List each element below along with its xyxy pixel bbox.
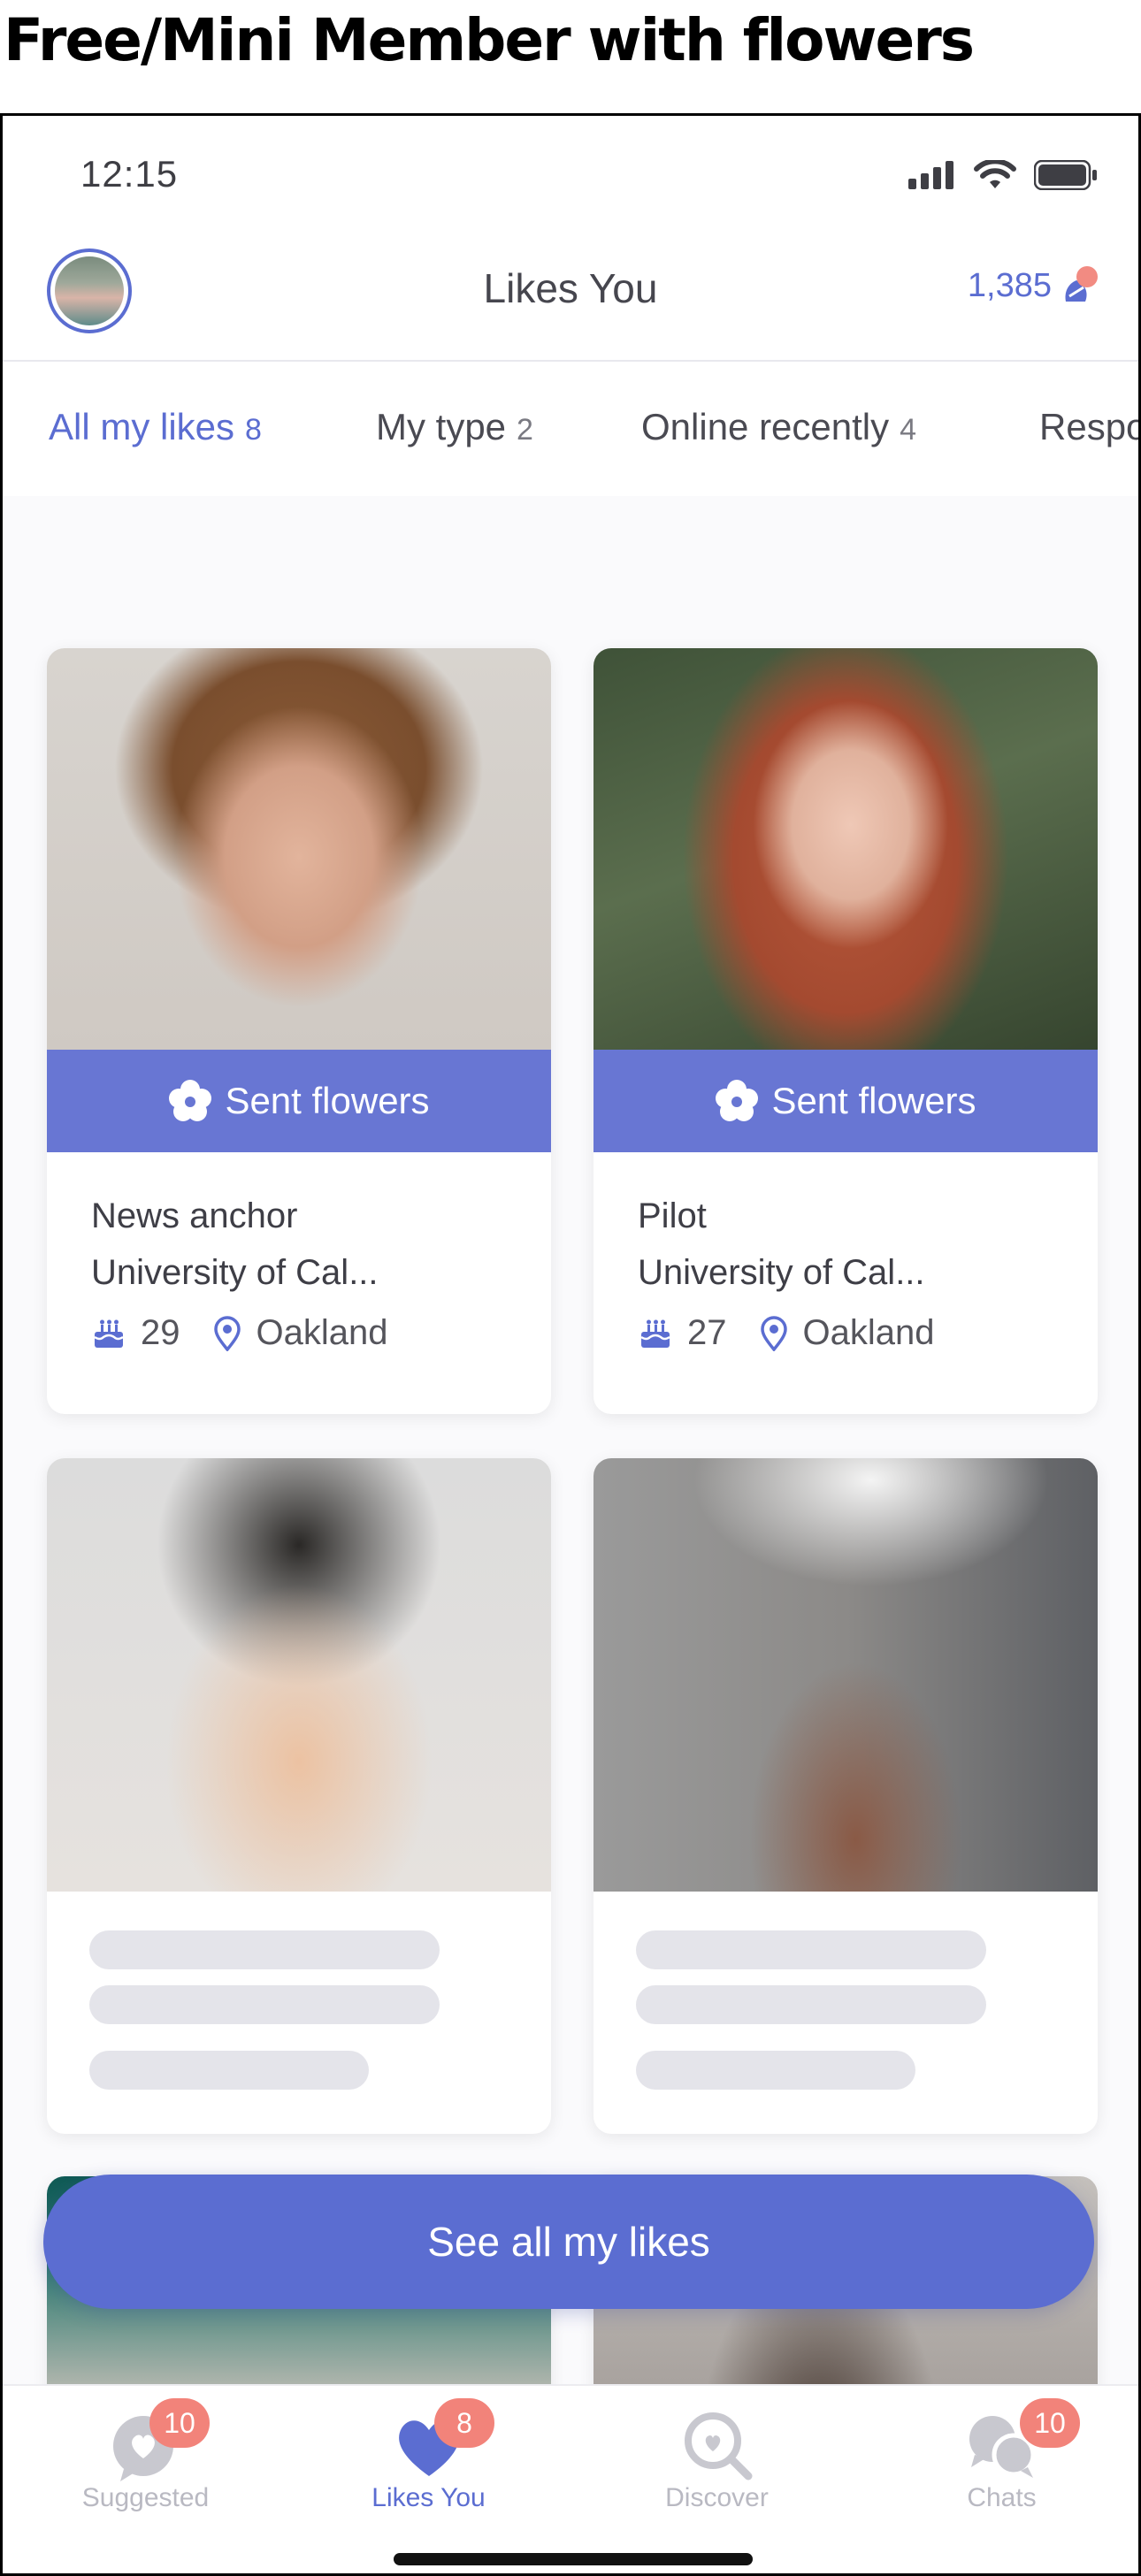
blurred-like-card[interactable] <box>47 1458 551 2134</box>
tab-label: Respo <box>1039 406 1138 447</box>
skeleton-line <box>89 2051 369 2090</box>
credits-balance[interactable]: 1,385 <box>968 266 1098 305</box>
tab-online-recently[interactable]: Online recently 4 <box>641 406 916 448</box>
bottom-tab-bar: 10 Suggested 8 Likes You Discover 10 Cha… <box>3 2384 1138 2573</box>
tab-label: All my likes <box>49 406 235 447</box>
tab-count: 4 <box>900 413 917 447</box>
sent-flowers-label: Sent flowers <box>771 1080 976 1121</box>
flower-icon <box>169 1080 212 1121</box>
sent-flowers-label: Sent flowers <box>225 1080 430 1121</box>
battery-icon <box>1034 160 1097 190</box>
skeleton-line <box>89 1930 440 1969</box>
blurred-profile-photo <box>593 1458 1098 1892</box>
nav-label: Suggested <box>81 2483 210 2512</box>
credits-icon <box>1059 266 1098 305</box>
like-card[interactable]: Sent flowers Pilot University of Cal... … <box>593 648 1098 1414</box>
phone-screen: 12:15 Likes You 1,385 All my likes 8 My … <box>0 113 1141 2576</box>
header: Likes You 1,385 <box>3 231 1138 362</box>
status-icons <box>908 160 1098 190</box>
nav-chats[interactable]: 10 Chats <box>859 2386 1138 2519</box>
like-card[interactable]: Sent flowers News anchor University of C… <box>47 648 551 1414</box>
nav-label: Likes You <box>371 2483 486 2512</box>
nav-label: Discover <box>665 2483 769 2512</box>
wifi-icon <box>974 160 1016 188</box>
location-pin-icon <box>760 1315 787 1351</box>
status-time: 12:15 <box>80 153 179 195</box>
tab-count: 2 <box>517 413 533 447</box>
flower-icon <box>716 1080 759 1121</box>
profile-photo <box>593 648 1098 1050</box>
sent-flowers-badge: Sent flowers <box>593 1050 1098 1152</box>
credits-count: 1,385 <box>967 266 1052 304</box>
tab-label: My type <box>376 406 507 447</box>
card-school: University of Cal... <box>638 1253 925 1292</box>
nav-badge: 10 <box>1020 2398 1080 2448</box>
home-indicator[interactable] <box>394 2553 753 2565</box>
skeleton-line <box>636 2051 915 2090</box>
page-heading: Free/Mini Member with flowers <box>4 6 975 74</box>
discover-search-icon <box>684 2412 752 2480</box>
location-pin-icon <box>213 1315 241 1351</box>
card-age: 27 <box>687 1313 727 1352</box>
card-job: News anchor <box>91 1196 298 1235</box>
card-job: Pilot <box>638 1196 707 1235</box>
nav-badge: 10 <box>149 2398 210 2448</box>
profile-photo <box>47 648 551 1050</box>
skeleton-line <box>89 1985 440 2024</box>
skeleton-line <box>636 1985 986 2024</box>
credits-notification-dot <box>1076 266 1098 287</box>
cellular-signal-icon <box>908 161 953 189</box>
card-meta: 29 Oakland <box>91 1313 516 1353</box>
nav-likes-you[interactable]: 8 Likes You <box>286 2386 571 2519</box>
tab-responded[interactable]: Respo <box>1039 406 1138 448</box>
card-meta: 27 Oakland <box>638 1313 1062 1353</box>
blurred-profile-photo <box>47 1458 551 1892</box>
tab-all-my-likes[interactable]: All my likes 8 <box>49 406 262 448</box>
card-school: University of Cal... <box>91 1253 379 1292</box>
sent-flowers-badge: Sent flowers <box>47 1050 551 1152</box>
blurred-like-card[interactable] <box>593 1458 1098 2134</box>
card-location: Oakland <box>802 1313 935 1352</box>
see-all-likes-button[interactable]: See all my likes <box>43 2175 1094 2309</box>
card-age: 29 <box>141 1313 180 1352</box>
filter-tabs: All my likes 8 My type 2 Online recently 4 … <box>3 363 1138 496</box>
card-location: Oakland <box>256 1313 388 1352</box>
birthday-cake-icon <box>640 1319 670 1348</box>
see-all-likes-label: See all my likes <box>427 2219 710 2265</box>
nav-discover[interactable]: Discover <box>574 2386 860 2519</box>
nav-suggested[interactable]: 10 Suggested <box>3 2386 288 2519</box>
status-bar: 12:15 <box>3 116 1138 231</box>
tab-label: Online recently <box>641 406 890 447</box>
card-info: News anchor University of Cal... 29 Oakl… <box>91 1188 516 1353</box>
tab-count: 8 <box>245 413 262 447</box>
birthday-cake-icon <box>94 1319 124 1348</box>
skeleton-line <box>636 1930 986 1969</box>
tab-my-type[interactable]: My type 2 <box>376 406 533 448</box>
nav-label: Chats <box>967 2483 1037 2512</box>
card-info: Pilot University of Cal... 27 Oakland <box>638 1188 1062 1353</box>
nav-badge: 8 <box>434 2398 494 2448</box>
